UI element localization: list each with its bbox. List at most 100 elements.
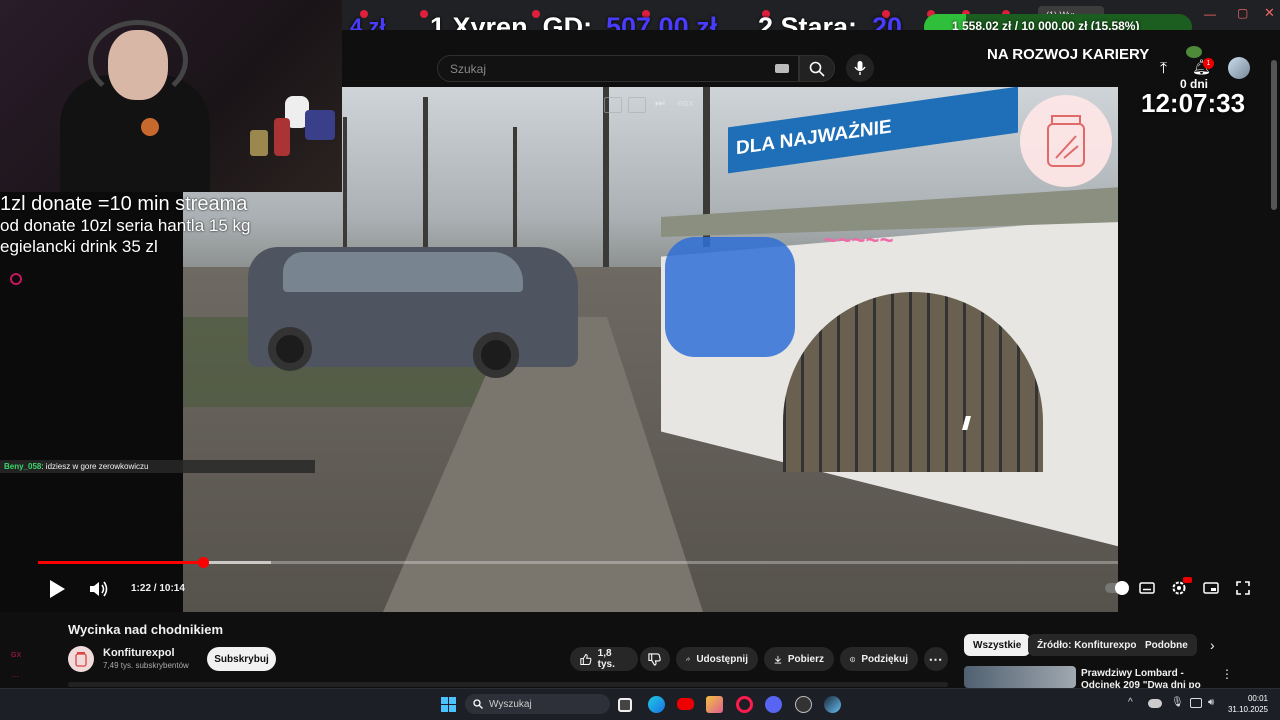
mute-button[interactable]: [86, 577, 112, 601]
jar-logo-icon: [1047, 115, 1085, 167]
more-icon: ⋯: [928, 651, 944, 667]
thumbs-down-icon: [648, 652, 661, 666]
share-label: Udostępnij: [696, 653, 748, 665]
theater-icon[interactable]: [628, 97, 646, 113]
miniplayer-icon: [1203, 582, 1219, 594]
gear-icon: [10, 273, 22, 285]
speaker-icon[interactable]: 🔊︎: [1208, 697, 1214, 708]
search-icon: [473, 699, 483, 709]
search-icon: [809, 61, 825, 77]
chevron-up-icon[interactable]: ^: [1128, 697, 1133, 708]
hd-badge: [1183, 577, 1192, 583]
like-button[interactable]: 1,8 tys.: [570, 647, 638, 671]
autoplay-knob: [1115, 581, 1129, 595]
opera-gx-icon[interactable]: [736, 696, 753, 713]
fullscreen-button[interactable]: [1232, 578, 1254, 598]
voice-search-button[interactable]: [846, 54, 874, 82]
related-thumbnail[interactable]: [964, 666, 1076, 688]
download-label: Pobierz: [787, 653, 824, 665]
volume-icon: [90, 581, 108, 597]
thumbs-up-icon: [580, 653, 592, 665]
page-scrollbar[interactable]: [1271, 60, 1277, 210]
miniplayer-icon[interactable]: [604, 97, 622, 113]
share-button[interactable]: Udostępnij: [676, 647, 758, 671]
chat-text: : idziesz w gore zerowkowiczu: [41, 462, 149, 471]
related-more-icon[interactable]: ⋮: [1221, 667, 1233, 681]
subscribe-button[interactable]: Subskrybuj: [207, 647, 276, 671]
task-view-icon[interactable]: [618, 698, 632, 712]
goal-label: NA ROZWOJ KARIERY: [987, 46, 1150, 63]
autoplay-track: [1105, 581, 1129, 595]
stream-timer: 12:07:33: [1141, 88, 1246, 118]
streamer-webcam: [0, 0, 342, 192]
taskbar-clock[interactable]: 00:01 31.10.2025: [1222, 693, 1268, 715]
clock-date: 31.10.2025: [1227, 705, 1268, 714]
donate-line: 1zl donate =10 min streama: [0, 193, 248, 215]
keyboard-icon[interactable]: [775, 64, 789, 73]
subtitles-button[interactable]: [1136, 579, 1158, 597]
chip-similar[interactable]: Podobne: [1136, 634, 1197, 656]
donate-line: od donate 10zl seria hantla 15 kg: [0, 216, 251, 235]
play-icon: [50, 580, 65, 598]
channel-avatar[interactable]: [68, 646, 94, 672]
thanks-label: Podziękuj: [861, 653, 908, 665]
miniplayer-button[interactable]: [1200, 579, 1222, 597]
chat-message: Beny_058: idziesz w gore zerowkowiczu: [0, 460, 315, 473]
chat-username: Beny_058: [4, 462, 42, 471]
skip-next-icon[interactable]: ⏭: [655, 97, 665, 110]
snipping-tool-icon[interactable]: [706, 696, 723, 713]
donate-line: egielancki drink 35 zl: [0, 237, 158, 256]
channel-watermark[interactable]: [1020, 95, 1112, 187]
channel-name[interactable]: Konfiturexpol: [103, 647, 175, 659]
svg-text:$: $: [852, 657, 854, 661]
time-display: 1:22 / 10:14: [131, 583, 185, 594]
autoplay-toggle[interactable]: [1104, 580, 1129, 596]
donate-info-overlay: 1zl donate =10 min streama od donate 10z…: [0, 194, 300, 257]
taskbar-search[interactable]: Wyszukaj: [465, 694, 610, 714]
video-title: Wycinka nad chodnikiem: [68, 622, 224, 637]
network-icon[interactable]: [1190, 698, 1202, 708]
seek-buffer: [203, 561, 271, 564]
discord-icon[interactable]: [765, 696, 782, 713]
chip-source[interactable]: Źródło: Konfiturexpol: [1028, 634, 1149, 656]
play-button[interactable]: [44, 576, 70, 602]
frog-emote-icon: [1186, 46, 1202, 58]
obs-icon[interactable]: [795, 696, 812, 713]
youtube-app-icon[interactable]: [677, 698, 694, 710]
super-thanks-icon: $: [850, 656, 856, 662]
more-actions-button[interactable]: ⋯: [924, 647, 948, 671]
subscriber-count: 7,49 tys. subskrybentów: [103, 661, 189, 670]
like-count: 1,8 tys.: [597, 648, 615, 670]
notification-count-badge: 1: [1203, 58, 1214, 69]
seek-handle[interactable]: [198, 557, 209, 568]
jar-logo-icon: [75, 652, 87, 667]
rgx-icon: RGX: [678, 101, 694, 108]
gx-icon: GX: [11, 652, 22, 659]
avatar[interactable]: [1228, 57, 1250, 79]
steam-icon[interactable]: [824, 696, 841, 713]
cloud-icon[interactable]: [1148, 699, 1162, 708]
download-icon: [774, 655, 782, 664]
more-icon: ···: [11, 672, 19, 681]
search-input[interactable]: Szukaj: [437, 55, 799, 82]
taskbar: [0, 688, 1280, 720]
fullscreen-icon: [1236, 581, 1250, 595]
taskbar-search-label: Wyszukaj: [489, 698, 532, 710]
share-icon: [686, 657, 691, 661]
subtitles-icon: [1139, 582, 1155, 594]
microphone-icon: [854, 61, 866, 75]
seek-progress: [38, 561, 203, 564]
start-windows-icon[interactable]: [441, 697, 456, 712]
create-upload-icon[interactable]: ⤒: [1160, 60, 1167, 78]
thanks-button[interactable]: $ Podziękuj: [840, 647, 918, 671]
microphone-icon[interactable]: 🎙︎: [1171, 697, 1184, 708]
dislike-button[interactable]: [640, 647, 670, 671]
clock-time: 00:01: [1247, 694, 1268, 703]
related-title[interactable]: Prawdziwy Lombard - Odcinek 209 "Dwa dni…: [1081, 668, 1211, 688]
download-button[interactable]: Pobierz: [764, 647, 834, 671]
chevron-right-icon[interactable]: ›: [1210, 637, 1215, 653]
description-box[interactable]: [68, 682, 948, 687]
search-button[interactable]: [799, 55, 835, 82]
chip-all[interactable]: Wszystkie: [964, 634, 1031, 656]
edge-browser-icon[interactable]: [648, 696, 665, 713]
